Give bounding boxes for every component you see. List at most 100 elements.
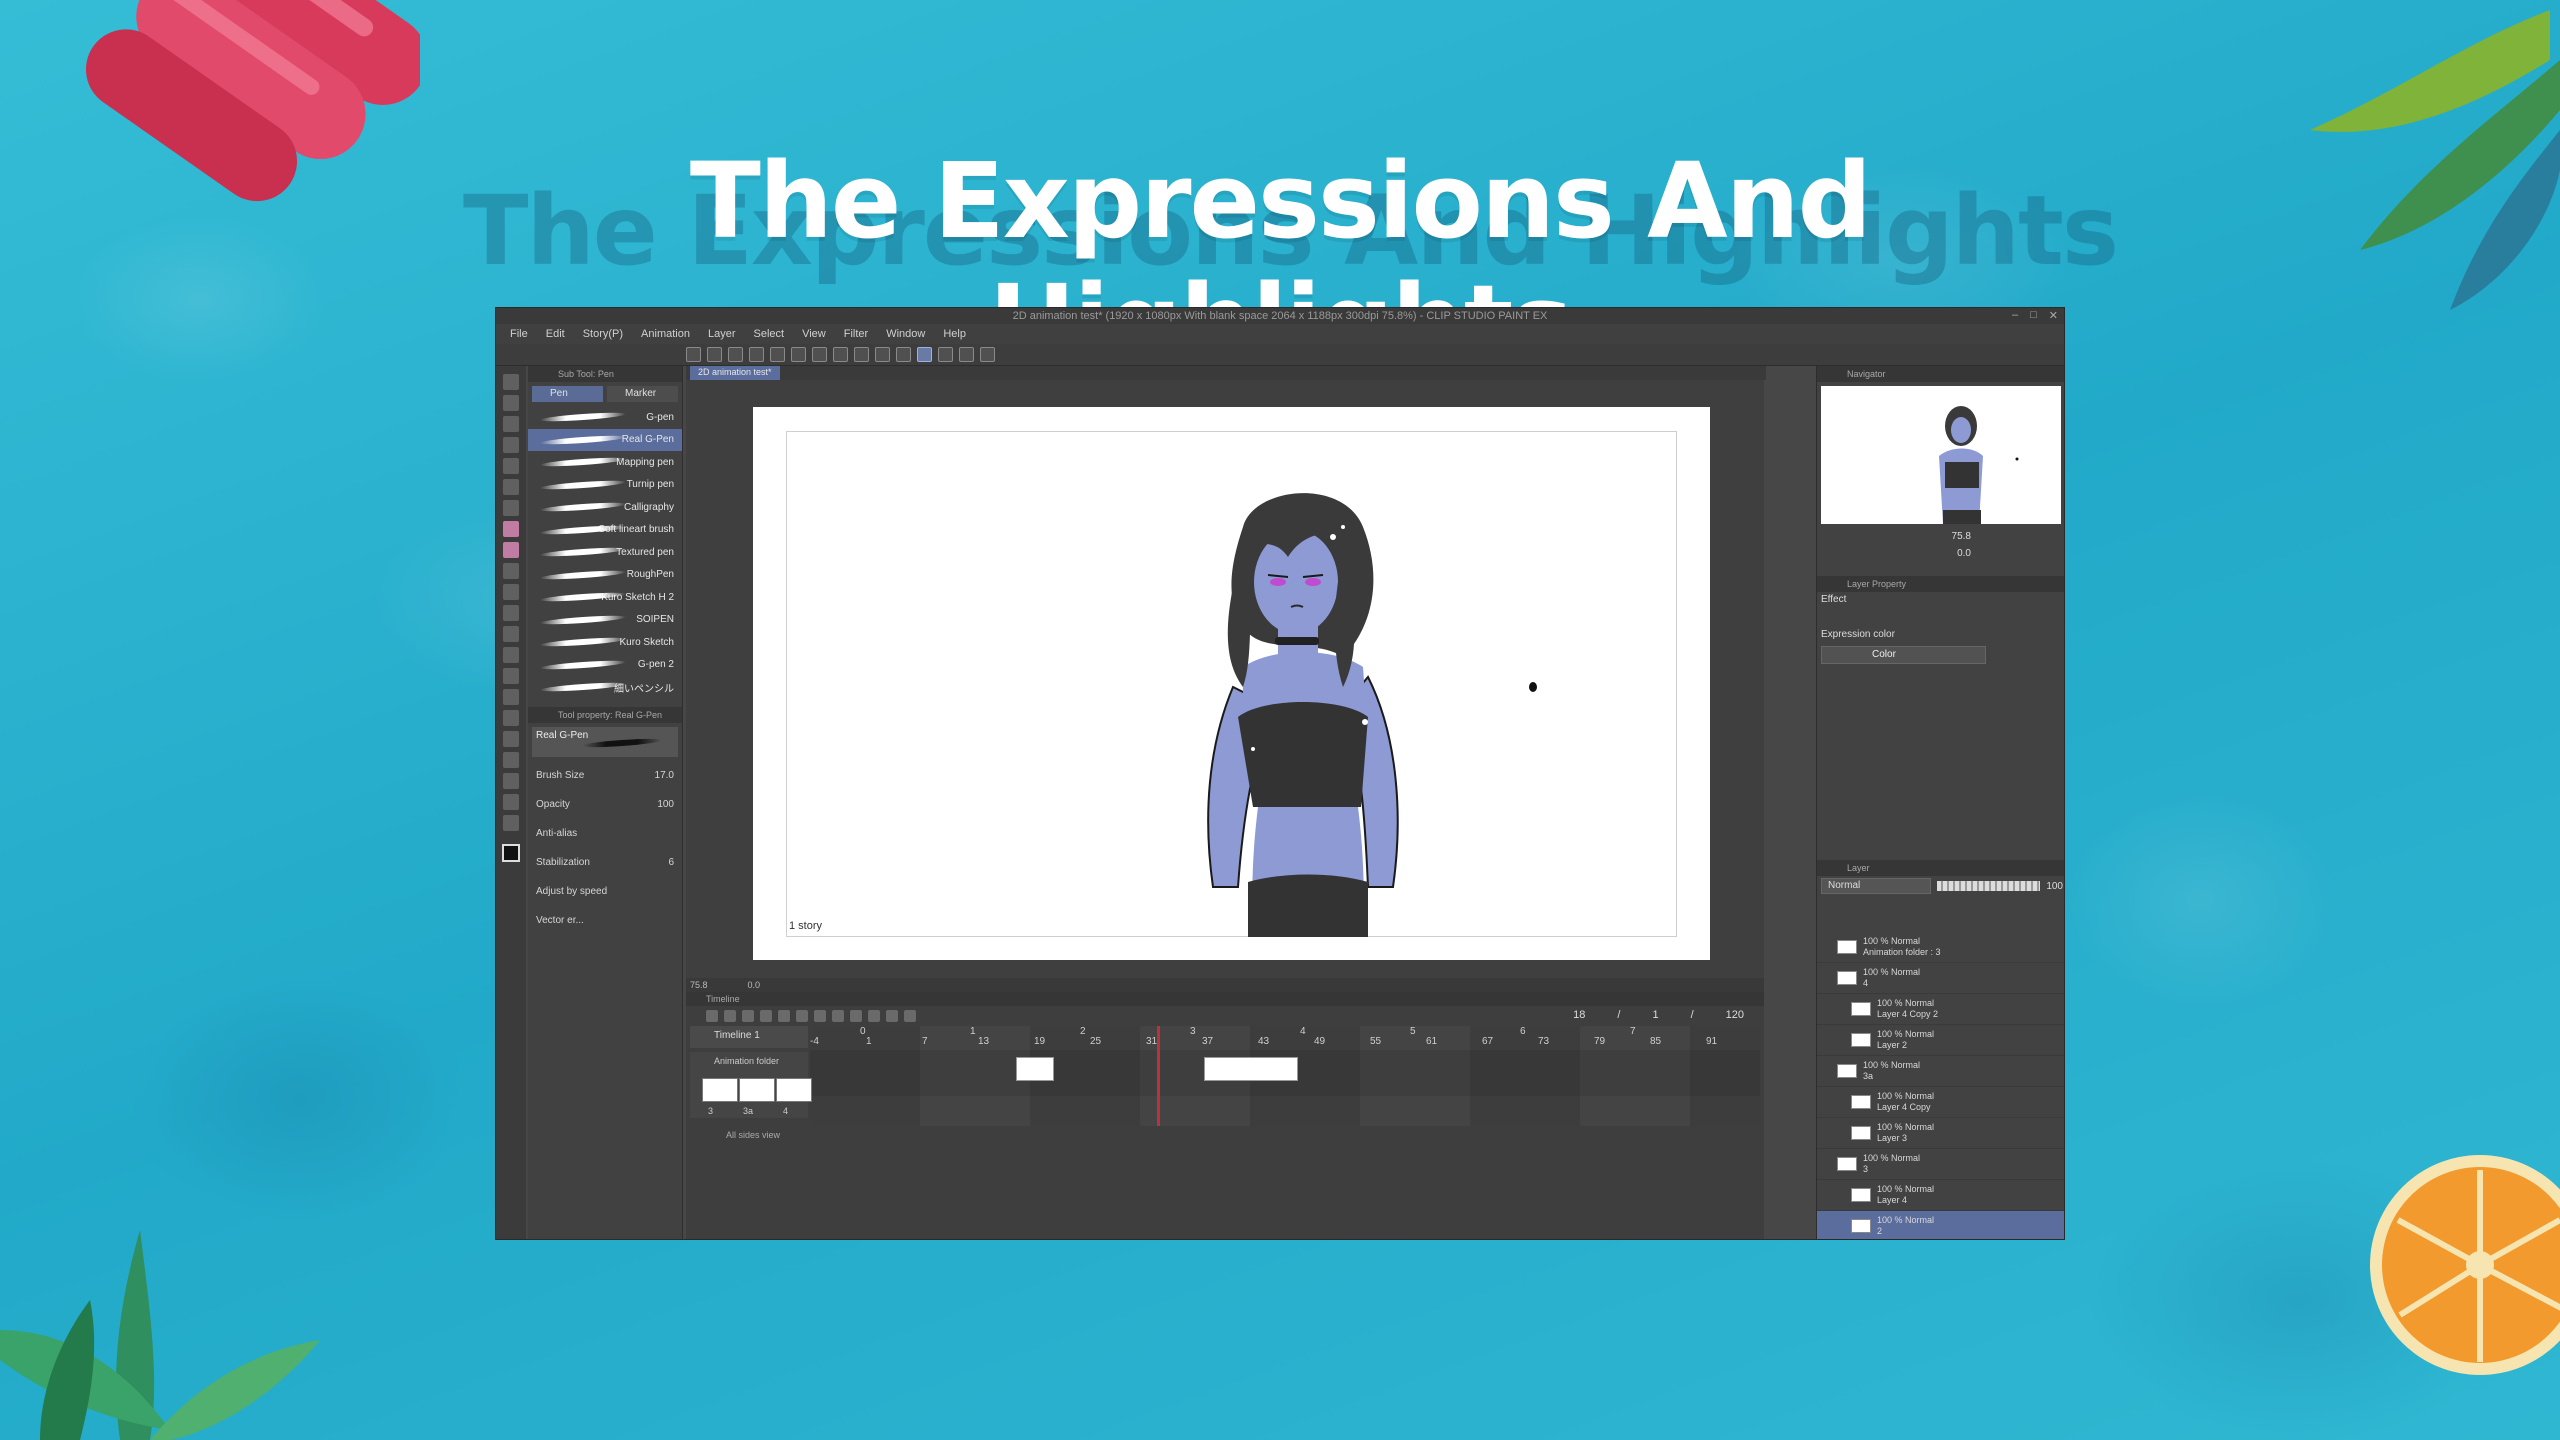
last-frame-icon[interactable] [850, 1010, 862, 1022]
menu-window[interactable]: Window [886, 328, 925, 340]
maximize-icon[interactable]: □ [2030, 309, 2037, 322]
brush-item[interactable]: Turnip pen [528, 474, 682, 497]
brush-item[interactable]: Calligraphy [528, 496, 682, 519]
rotation-readout[interactable]: 0.0 [748, 980, 761, 990]
frame-tool-icon[interactable] [503, 731, 519, 747]
timeline-name[interactable]: Timeline 1 [690, 1026, 808, 1048]
prev-frame-icon[interactable] [796, 1010, 808, 1022]
clear-icon[interactable] [791, 347, 806, 362]
open-file-icon[interactable] [707, 347, 722, 362]
cel-thumbnail[interactable] [739, 1078, 775, 1102]
eyedropper-icon[interactable] [503, 500, 519, 516]
menu-layer[interactable]: Layer [708, 328, 736, 340]
expression-color-select[interactable]: Color [1821, 646, 1986, 664]
cel-block[interactable] [1204, 1057, 1298, 1081]
menu-filter[interactable]: Filter [844, 328, 868, 340]
tab-pen[interactable]: Pen [532, 386, 603, 402]
layer-row[interactable]: 100 % Normal Layer 4 Copy [1817, 1087, 2064, 1118]
canvas-paper[interactable]: 1 story [753, 407, 1710, 960]
decoration-tool-icon[interactable] [503, 605, 519, 621]
airbrush-tool-icon[interactable] [503, 584, 519, 600]
brush-item[interactable]: 細いペンシル [528, 676, 682, 699]
stabilization-row[interactable]: Stabilization 6 [528, 848, 682, 877]
layer-row[interactable]: 100 % Normal 2 [1817, 1211, 2064, 1239]
tab-marker[interactable]: Marker [607, 386, 678, 402]
navigator-preview[interactable] [1821, 386, 2061, 524]
reference-icon[interactable] [959, 347, 974, 362]
cel-block[interactable] [1016, 1057, 1054, 1081]
menu-animation[interactable]: Animation [641, 328, 690, 340]
zoom-tool-icon[interactable] [503, 374, 519, 390]
layer-row[interactable]: 100 % Normal Layer 2 [1817, 1025, 2064, 1056]
balloon-tool-icon[interactable] [503, 794, 519, 810]
brush-item[interactable]: G-pen [528, 406, 682, 429]
ruler-tool-icon[interactable] [503, 752, 519, 768]
lasso-tool-icon[interactable] [503, 458, 519, 474]
layer-row[interactable]: 100 % Normal Layer 4 [1817, 1180, 2064, 1211]
first-frame-icon[interactable] [778, 1010, 790, 1022]
layer-folder-row[interactable]: 100 % Normal 3 [1817, 1149, 2064, 1180]
opacity-row[interactable]: Opacity 100 [528, 790, 682, 819]
layer-row[interactable]: 100 % Normal Layer 4 Copy 2 [1817, 994, 2064, 1025]
opacity-value[interactable]: 100 [657, 799, 674, 810]
timeline-frames[interactable]: -4 1 7 13 19 25 31 37 43 49 55 61 67 73 79 85 91 0 1 2 3 4 5 6 7 [810, 1026, 1760, 1126]
layer-row[interactable]: 100 % Normal Layer 3 [1817, 1118, 2064, 1149]
transform-icon[interactable] [833, 347, 848, 362]
fill-icon[interactable] [812, 347, 827, 362]
new-cel-icon[interactable] [886, 1010, 898, 1022]
loop-icon[interactable] [868, 1010, 880, 1022]
main-color-swatch[interactable] [502, 844, 520, 862]
crop-icon[interactable] [875, 347, 890, 362]
brush-item[interactable]: SOIPEN [528, 609, 682, 632]
playhead[interactable] [1157, 1026, 1160, 1126]
magic-wand-icon[interactable] [503, 479, 519, 495]
pencil-tool-icon[interactable] [503, 542, 519, 558]
menu-file[interactable]: File [510, 328, 528, 340]
operation-tool-icon[interactable] [503, 416, 519, 432]
menu-help[interactable]: Help [943, 328, 966, 340]
eraser-tool-icon[interactable] [503, 626, 519, 642]
brush-item[interactable]: Soft lineart brush [528, 519, 682, 542]
snap-special-ruler-icon[interactable] [917, 347, 932, 362]
layer-opacity-value[interactable]: 100 [2046, 881, 2063, 892]
brush-size-row[interactable]: Brush Size 17.0 [528, 761, 682, 790]
zoom-in-icon[interactable] [760, 1010, 772, 1022]
cel-thumbnail[interactable] [702, 1078, 738, 1102]
stabilization-value[interactable]: 6 [668, 857, 674, 868]
menu-edit[interactable]: Edit [546, 328, 565, 340]
pen-tool-icon[interactable] [503, 521, 519, 537]
anti-alias-row[interactable]: Anti-alias [528, 819, 682, 848]
brush-item[interactable]: G-pen 2 [528, 654, 682, 677]
blend-mode-select[interactable]: Normal [1821, 878, 1931, 894]
brush-tool-icon[interactable] [503, 563, 519, 579]
close-icon[interactable]: ✕ [2049, 309, 2058, 322]
settings-icon[interactable] [980, 347, 995, 362]
edit-timeline-icon[interactable] [724, 1010, 736, 1022]
canvas-tab[interactable]: 2D animation test* [690, 366, 780, 380]
brush-size-value[interactable]: 17.0 [655, 770, 674, 781]
correct-line-tool-icon[interactable] [503, 815, 519, 831]
menu-story[interactable]: Story(P) [583, 328, 623, 340]
new-file-icon[interactable] [686, 347, 701, 362]
gradient-tool-icon[interactable] [503, 689, 519, 705]
play-icon[interactable] [814, 1010, 826, 1022]
save-icon[interactable] [728, 347, 743, 362]
move-tool-icon[interactable] [503, 395, 519, 411]
figure-tool-icon[interactable] [503, 710, 519, 726]
layer-folder-row[interactable]: 100 % Normal Animation folder : 3 [1817, 932, 2064, 963]
canvas-area[interactable]: 1 story [686, 380, 1764, 978]
current-frame[interactable]: 18 [1573, 1009, 1585, 1021]
onion-skin-icon[interactable] [904, 1010, 916, 1022]
brush-item[interactable]: Kuro Sketch [528, 631, 682, 654]
adjust-by-speed-checkbox[interactable]: Adjust by speed [536, 886, 607, 897]
zoom-readout[interactable]: 75.8 [690, 980, 708, 990]
fill-tool-icon[interactable] [503, 668, 519, 684]
deselect-icon[interactable] [854, 347, 869, 362]
minimize-icon[interactable]: – [2012, 309, 2018, 322]
next-frame-icon[interactable] [832, 1010, 844, 1022]
cel-thumbnail[interactable] [776, 1078, 812, 1102]
brush-item[interactable]: Real G-Pen [528, 428, 682, 451]
undo-icon[interactable] [749, 347, 764, 362]
snap-grid-icon[interactable] [938, 347, 953, 362]
total-frames[interactable]: 120 [1726, 1009, 1744, 1021]
